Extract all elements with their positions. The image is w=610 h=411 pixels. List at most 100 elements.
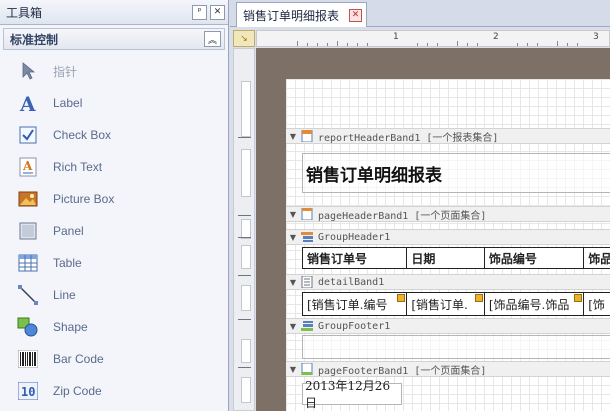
toolbox-titlebar: 工具箱 ᵖ ✕ <box>0 0 228 25</box>
ruler-tick <box>517 43 518 46</box>
tool-label: Panel <box>53 224 84 238</box>
tool-label: Shape <box>53 320 88 334</box>
cell-text: [饰 <box>588 297 605 312</box>
collapse-arrow-icon[interactable]: ▼ <box>286 365 300 374</box>
detail-table-row[interactable]: [销售订单.编号 [销售订单. [饰品编号.饰品 [饰 <box>302 292 610 316</box>
band-header-detail[interactable]: ▼ detailBand1 <box>286 274 610 290</box>
report-title-box[interactable]: 销售订单明细报表 <box>302 153 610 193</box>
tool-item-panel[interactable]: Panel <box>3 215 225 247</box>
collapse-arrow-icon[interactable]: ▼ <box>286 233 300 242</box>
ruler-tick <box>347 43 348 46</box>
collapse-arrow-icon[interactable]: ▼ <box>286 210 300 219</box>
ruler-tick <box>337 41 338 46</box>
table-cell[interactable]: 销售订单号 <box>303 248 408 268</box>
footer-date-field[interactable]: 2013年12月26日 <box>302 379 402 410</box>
toolbox-group-header[interactable]: 标准控制 ︽ <box>3 28 225 50</box>
band-header-group-footer[interactable]: ▼ GroupFooter1 <box>286 318 610 334</box>
tool-list: 指针 A Label Check Box A Rich Text Picture… <box>3 55 225 407</box>
tool-label: Check Box <box>53 128 112 142</box>
smart-tag-icon[interactable] <box>397 294 406 302</box>
band-header-group-header[interactable]: ▼ GroupHeader1 <box>286 229 610 245</box>
smart-tag-icon[interactable] <box>574 294 583 302</box>
rich-text-icon: A <box>3 157 53 177</box>
ruler-tick <box>357 43 358 46</box>
band-label: reportHeaderBand1 [一个报表集合] <box>318 132 499 144</box>
report-title: 销售订单明细报表 <box>306 165 442 186</box>
ruler-number: 3 <box>593 32 599 42</box>
ruler-tick <box>577 43 578 46</box>
collapse-arrow-icon[interactable]: ▼ <box>286 278 300 287</box>
table-cell[interactable]: 饰品 <box>584 248 610 268</box>
table-icon <box>3 254 53 272</box>
ruler-tick <box>367 43 368 46</box>
tab-sales-order-report[interactable]: 销售订单明细报表 ✕ <box>236 2 367 27</box>
close-icon[interactable]: ✕ <box>210 4 225 20</box>
collapse-icon[interactable]: ︽ <box>204 31 221 47</box>
band-header-page-header[interactable]: ▼ pageHeaderBand1 [一个页面集合] <box>286 206 610 222</box>
ruler-number: 1 <box>393 32 399 42</box>
tool-item-label[interactable]: A Label <box>3 87 225 119</box>
shape-icon <box>3 317 53 337</box>
band-header-page-footer[interactable]: ▼ pageFooterBand1 [一个页面集合] <box>286 361 610 377</box>
ruler-tick <box>477 43 478 46</box>
ruler-segment <box>241 219 251 239</box>
ruler-segment <box>241 339 251 363</box>
table-cell[interactable]: [饰品编号.饰品 <box>485 293 585 315</box>
label-icon: A <box>3 93 53 113</box>
table-cell[interactable]: [饰 <box>584 293 610 315</box>
table-cell[interactable]: 日期 <box>407 248 485 268</box>
collapse-arrow-icon[interactable]: ▼ <box>286 322 300 331</box>
group-header-table-row[interactable]: 销售订单号 日期 饰品编号 饰品 <box>302 247 610 269</box>
ruler-segment <box>241 81 251 137</box>
table-cell[interactable]: 饰品编号 <box>485 248 585 268</box>
tool-item-barcode[interactable]: Bar Code <box>3 343 225 375</box>
ruler-segment <box>241 377 251 403</box>
table-cell[interactable]: [销售订单.编号 <box>303 293 408 315</box>
svg-text:A: A <box>22 159 33 173</box>
tool-item-line[interactable]: Line <box>3 279 225 311</box>
band-header-report-header[interactable]: ▼ reportHeaderBand1 [一个报表集合] <box>286 128 610 144</box>
smart-tag-icon[interactable] <box>474 294 483 302</box>
cell-text: [销售订单. <box>411 297 468 312</box>
report-page[interactable]: ▼ reportHeaderBand1 [一个报表集合] 销售订单明细报表 ▼ … <box>286 79 610 411</box>
group-footer-area[interactable] <box>302 335 610 359</box>
close-tab-icon[interactable]: ✕ <box>349 8 362 22</box>
tool-label: 指针 <box>53 64 78 79</box>
tool-item-rich-text[interactable]: A Rich Text <box>3 151 225 183</box>
svg-text:A: A <box>19 93 36 113</box>
tool-item-picture-box[interactable]: Picture Box <box>3 183 225 215</box>
pointer-icon <box>3 62 53 80</box>
band-label: pageHeaderBand1 [一个页面集合] <box>318 210 487 222</box>
collapse-arrow-icon[interactable]: ▼ <box>286 132 300 141</box>
ruler-mark <box>238 367 251 368</box>
toolbox-panel: 工具箱 ᵖ ✕ 标准控制 ︽ 指针 A Label Check Box A Ri… <box>0 0 229 411</box>
tool-item-pointer[interactable]: 指针 <box>3 55 225 87</box>
toolbox-title: 工具箱 <box>6 5 43 20</box>
band-label: GroupHeader1 <box>318 231 391 243</box>
table-cell[interactable]: [销售订单. <box>407 293 485 315</box>
toolbox-group-title: 标准控制 <box>10 32 59 47</box>
design-canvas[interactable]: ▼ reportHeaderBand1 [一个报表集合] 销售订单明细报表 ▼ … <box>256 48 610 411</box>
line-icon <box>3 285 53 305</box>
ruler-tick <box>537 43 538 46</box>
ruler-tick <box>527 43 528 46</box>
cell-text: [饰品编号.饰品 <box>488 297 570 312</box>
tool-item-table[interactable]: Table <box>3 247 225 279</box>
band-label: pageFooterBand1 [一个页面集合] <box>318 365 487 377</box>
tool-item-checkbox[interactable]: Check Box <box>3 119 225 151</box>
tool-item-zipcode[interactable]: 10 Zip Code <box>3 375 225 407</box>
svg-text:10: 10 <box>21 385 35 399</box>
ruler-mark <box>238 215 251 216</box>
ruler-tick <box>557 41 558 46</box>
cell-text: [销售订单.编号 <box>307 297 388 312</box>
ruler-corner[interactable]: ↘ <box>233 30 255 47</box>
ruler-mark <box>238 137 251 138</box>
zipcode-icon: 10 <box>3 382 53 400</box>
tool-item-shape[interactable]: Shape <box>3 311 225 343</box>
tool-label: Picture Box <box>53 192 115 206</box>
ruler-tick <box>437 43 438 46</box>
pin-icon[interactable]: ᵖ <box>192 4 207 20</box>
ruler-tick <box>307 43 308 46</box>
ruler-tick <box>417 43 418 46</box>
checkbox-icon <box>3 126 53 144</box>
